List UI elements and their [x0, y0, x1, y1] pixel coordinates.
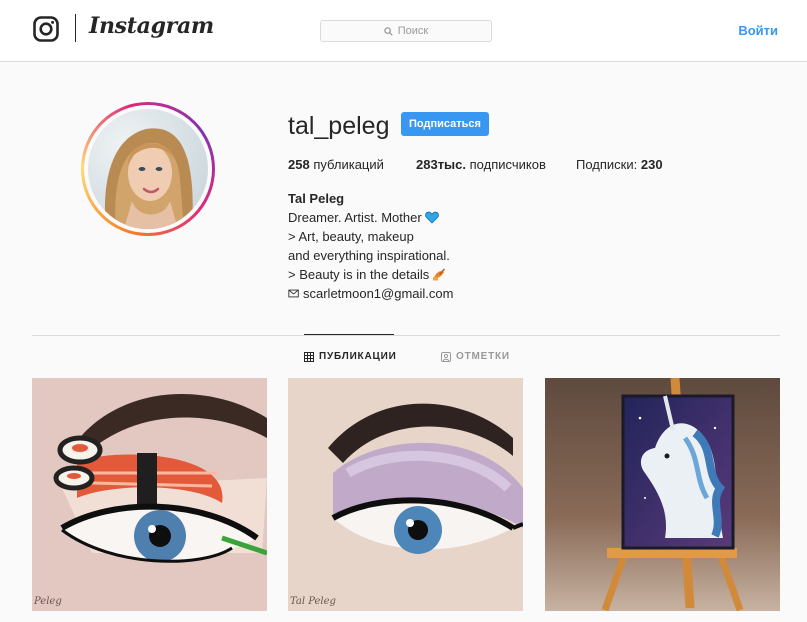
avatar	[88, 109, 208, 229]
followers-stat[interactable]: 283тыс. подписчиков	[416, 157, 546, 172]
following-stat[interactable]: Подписки: 230	[576, 157, 663, 172]
tab-tagged[interactable]: ОТМЕТКИ	[441, 351, 510, 362]
nail-polish-icon	[433, 268, 446, 281]
bio-line-4: > Beauty is in the details	[288, 265, 453, 284]
search-placeholder: Поиск	[397, 25, 429, 37]
bio-full-name: Tal Peleg	[288, 191, 345, 206]
login-link[interactable]: Войти	[738, 23, 778, 38]
profile-username: tal_peleg	[288, 112, 390, 140]
top-navigation-bar: Instagram Поиск Войти	[0, 0, 807, 62]
instagram-wordmark[interactable]: Instagram	[89, 13, 214, 39]
tabs-divider	[32, 335, 780, 336]
grid-icon	[304, 351, 314, 362]
active-tab-indicator	[304, 334, 394, 335]
instagram-camera-icon[interactable]	[33, 16, 59, 42]
profile-bio: Tal Peleg Dreamer. Artist. Mother > Art,…	[288, 189, 453, 303]
bio-line-2: > Art, beauty, makeup	[288, 229, 414, 244]
followers-label: подписчиков	[469, 157, 546, 172]
tab-posts[interactable]: ПУБЛИКАЦИИ	[304, 351, 397, 362]
avatar-story-ring[interactable]	[81, 102, 215, 236]
search-input[interactable]: Поиск	[320, 20, 492, 42]
logo-divider	[75, 14, 76, 42]
bio-email-line: scarletmoon1@gmail.com	[288, 284, 453, 303]
bio-line-1: Dreamer. Artist. Mother	[288, 208, 453, 227]
post-image-purple-eye: Tal Peleg	[288, 378, 523, 611]
post-thumbnail-2[interactable]: Tal Peleg	[288, 378, 523, 611]
tagged-user-icon	[441, 351, 451, 362]
tab-tagged-label: ОТМЕТКИ	[456, 351, 510, 362]
avatar-frame	[84, 105, 212, 233]
follow-button[interactable]: Подписаться	[401, 112, 489, 136]
blue-heart-icon	[424, 211, 439, 224]
bio-line-1-text: Dreamer. Artist. Mother	[288, 210, 422, 225]
bio-email[interactable]: scarletmoon1@gmail.com	[303, 284, 453, 303]
post-watermark: Tal Peleg	[290, 596, 336, 607]
tab-posts-label: ПУБЛИКАЦИИ	[319, 351, 397, 362]
post-image-unicorn-painting	[545, 378, 780, 611]
post-thumbnail-1[interactable]: Peleg	[32, 378, 267, 611]
post-image-sushi-eye: Peleg	[32, 378, 267, 611]
posts-count: 258	[288, 157, 310, 172]
bio-line-4-text: > Beauty is in the details	[288, 267, 430, 282]
search-icon	[384, 26, 393, 36]
post-watermark: Peleg	[33, 596, 62, 607]
following-count: 230	[640, 157, 663, 172]
following-label: Подписки:	[576, 157, 638, 172]
envelope-icon	[288, 289, 299, 298]
posts-label: публикаций	[313, 157, 384, 172]
posts-count-stat: 258 публикаций	[288, 157, 384, 172]
bio-line-3: and everything inspirational.	[288, 248, 450, 263]
post-thumbnail-3[interactable]	[545, 378, 780, 611]
followers-count: 283тыс.	[416, 157, 467, 172]
